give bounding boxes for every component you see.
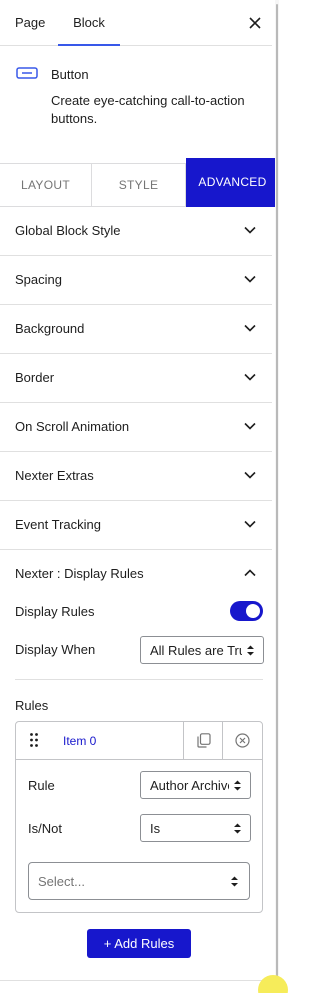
drag-handle-icon[interactable]: [30, 733, 38, 747]
rule-select[interactable]: Author Archive: [140, 771, 251, 799]
rule-label: Rule: [28, 778, 55, 793]
tab-advanced[interactable]: ADVANCED: [186, 158, 279, 207]
rule-item-header[interactable]: Item 0: [16, 722, 262, 760]
chevron-down-icon: [244, 373, 256, 381]
divider: [222, 722, 223, 760]
panel-spacing[interactable]: Spacing: [0, 256, 272, 305]
display-rules-toggle[interactable]: [230, 601, 263, 621]
chevron-down-icon: [244, 275, 256, 283]
tab-layout[interactable]: LAYOUT: [0, 164, 92, 207]
panel-event-tracking[interactable]: Event Tracking: [0, 501, 272, 550]
tab-page[interactable]: Page: [15, 0, 45, 46]
block-name: Button: [51, 67, 89, 82]
panel-title: Spacing: [15, 272, 62, 287]
divider: [0, 980, 272, 981]
button-icon: [16, 67, 38, 79]
rule-select-value: Author Archive: [150, 778, 229, 793]
help-bubble-icon[interactable]: [258, 975, 288, 993]
chevron-up-icon: [244, 569, 256, 577]
panel-background[interactable]: Background: [0, 305, 272, 354]
panel-title: Background: [15, 321, 85, 336]
display-when-label: Display When: [15, 642, 96, 657]
copy-icon[interactable]: [197, 733, 211, 748]
tab-block[interactable]: Block: [58, 0, 120, 46]
panel-title: Nexter : Display Rules: [15, 566, 144, 581]
settings-tabs: LAYOUT STYLE ADVANCED: [0, 158, 279, 207]
scrollbar-thumb[interactable]: [276, 4, 278, 979]
panel-border[interactable]: Border: [0, 354, 272, 403]
chevron-down-icon: [244, 226, 256, 234]
rules-label: Rules: [15, 698, 49, 713]
rule-item-card: Item 0 Rule Author Archive Is/Not Is Sel…: [15, 721, 263, 913]
display-when-value: All Rules are True: [150, 643, 242, 658]
panel-title: Event Tracking: [15, 517, 101, 532]
rule-value-select[interactable]: Select...: [28, 862, 250, 900]
display-when-select[interactable]: All Rules are True: [140, 636, 264, 664]
chevron-down-icon: [244, 422, 256, 430]
rule-item-label[interactable]: Item 0: [63, 734, 96, 748]
chevron-down-icon: [244, 471, 256, 479]
divider: [183, 722, 184, 760]
divider: [15, 679, 263, 680]
panel-display-rules-header[interactable]: Nexter : Display Rules: [0, 550, 272, 599]
panel-on-scroll-animation[interactable]: On Scroll Animation: [0, 403, 272, 452]
select-arrows-icon: [234, 823, 241, 834]
panel-title: Global Block Style: [15, 223, 121, 238]
add-rules-button[interactable]: + Add Rules: [87, 929, 191, 958]
isnot-select[interactable]: Is: [140, 814, 251, 842]
panel-title: Border: [15, 370, 55, 385]
close-icon[interactable]: [246, 14, 264, 32]
chevron-down-icon: [244, 324, 256, 332]
chevron-down-icon: [244, 520, 256, 528]
panel-global-block-style[interactable]: Global Block Style: [0, 207, 272, 256]
isnot-select-value: Is: [150, 821, 161, 836]
panel-nexter-extras[interactable]: Nexter Extras: [0, 452, 272, 501]
remove-circle-icon[interactable]: [235, 733, 250, 748]
toggle-knob: [246, 604, 260, 618]
select-arrows-icon: [247, 645, 254, 656]
isnot-label: Is/Not: [28, 821, 62, 836]
panel-title: On Scroll Animation: [15, 419, 130, 434]
inspector-tabs: Page Block: [0, 0, 272, 46]
rule-value-placeholder: Select...: [38, 874, 85, 889]
display-rules-label: Display Rules: [15, 604, 95, 619]
select-arrows-icon: [234, 780, 241, 791]
block-description: Create eye-catching call-to-action butto…: [51, 93, 245, 126]
select-arrows-icon: [231, 876, 238, 887]
tab-style[interactable]: STYLE: [92, 164, 186, 207]
panel-title: Nexter Extras: [15, 468, 94, 483]
